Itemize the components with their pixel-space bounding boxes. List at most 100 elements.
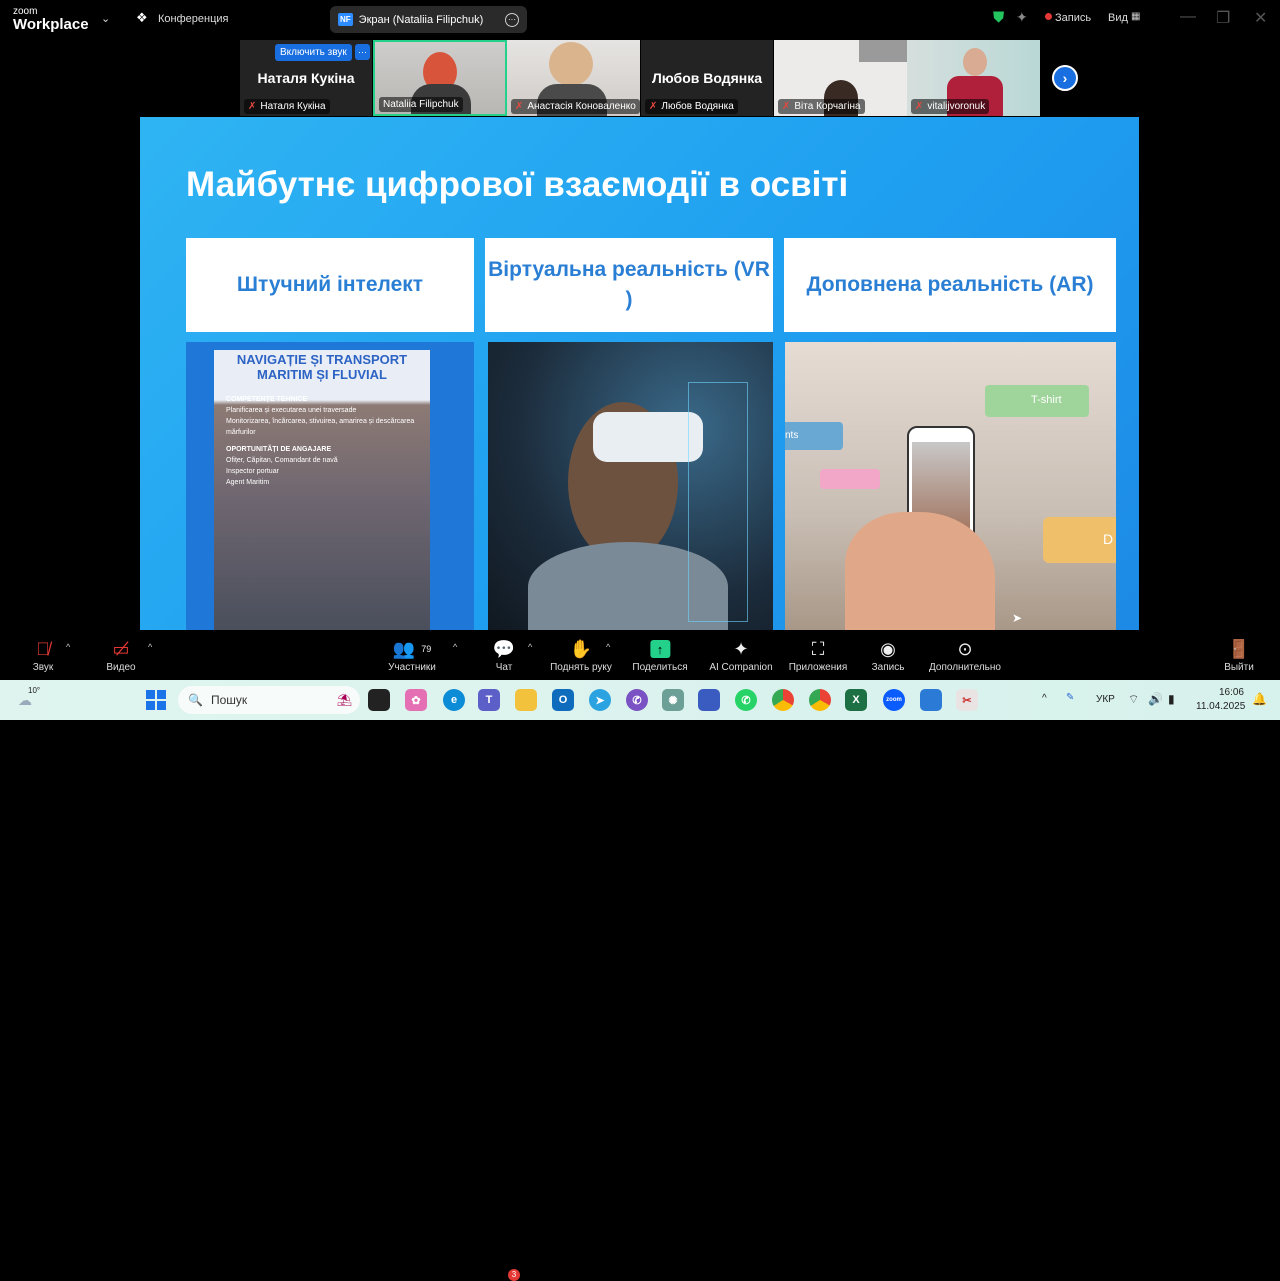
meeting-info-button[interactable]: Конференция [158,13,228,25]
mic-muted-icon: ✗ [515,101,524,112]
volume-icon[interactable]: 🔊 [1148,692,1163,706]
raise-hand-caret-icon[interactable]: ^ [606,642,610,652]
view-button[interactable]: Вид [1108,12,1128,24]
video-button[interactable]: ▭̸ Видео [106,636,136,674]
poster-body: COMPETENȚE TEHNICE Planificarea și execu… [214,384,430,488]
security-shield-icon[interactable]: ⛊ [993,9,1004,26]
name-tag: ✗ Наталя Кукіна [244,99,330,114]
more-label: Дополнительно [929,662,1001,673]
meeting-icon: ❖ [136,10,148,25]
ar-tag-pants: nts [785,422,843,450]
participant-tile[interactable]: ✗ Анастасія Коноваленко [507,40,640,116]
copilot-icon[interactable]: ✿ [405,689,427,711]
chat-caret-icon[interactable]: ^ [528,642,532,652]
unmute-request-button[interactable]: Включить звук [275,44,352,61]
edge-icon[interactable]: e [443,689,465,711]
clock-time: 16:06 [1218,687,1244,698]
teams-icon[interactable]: T [478,689,500,711]
viber-icon[interactable]: ✆ [626,689,648,711]
leave-button[interactable]: 🚪 Выйти [1224,636,1254,674]
zoom-logo: zoom Workplace [13,7,89,33]
pen-icon[interactable]: ✎ [1066,692,1074,703]
wifi-icon[interactable]: ⌔ [1128,692,1139,707]
windows-start-icon[interactable] [146,690,166,710]
chat-unread-badge: 3 [508,1269,520,1281]
ai-sparkle-icon[interactable]: ✦ [1016,9,1028,26]
ai-companion-button[interactable]: ✦ AI Companion [709,636,772,674]
raise-hand-button[interactable]: ✋ Поднять руку [550,636,612,674]
video-options-caret-icon[interactable]: ^ [148,642,152,652]
name-tag: Nataliia Filipchuk [379,97,463,112]
ar-image: T-shirt nts D [785,342,1116,630]
participant-tile[interactable]: Любов Водянка ✗ Любов Водянка [641,40,773,116]
participant-name: Любов Водянка [661,101,734,112]
vr-headset [593,412,703,462]
card-ai: Штучний інтелект [186,238,474,332]
slide-title: Майбутнє цифрової взаємодії в освіті [186,165,849,204]
participants-caret-icon[interactable]: ^ [453,642,457,652]
share-arrow-icon: ↑ [649,636,670,662]
name-tag: ✗ Анастасія Коноваленко [511,99,640,114]
chrome-icon[interactable] [772,689,794,711]
share-button[interactable]: ↑ Поделиться [632,636,688,673]
taskbar-search[interactable]: 🔍 Пошук ⛱ [178,686,360,714]
notifications-icon[interactable]: 🔔 [1252,692,1267,706]
chat-label: Чат [495,662,513,673]
file-explorer-icon[interactable] [515,689,537,711]
weather-temp[interactable]: 10° [28,686,40,695]
screen-share-pill[interactable]: NF Экран (Nataliia Filipchuk) ··· [330,6,527,33]
participant-video [549,42,593,86]
tray-overflow-icon[interactable]: ^ [1042,693,1047,704]
participants-count: 79 [421,644,432,654]
participant-tile[interactable]: ✗ vitalijvoronuk [907,40,1040,116]
video-label: Видео [106,662,136,673]
maximize-button[interactable]: ❐ [1216,8,1230,28]
participants-icon: 👥 79 [392,638,432,659]
poster-item: Ofițer, Căpitan, Comandant de navă [226,457,338,464]
more-button[interactable]: ⊙ Дополнительно [929,636,1001,674]
zoom-icon[interactable]: zoom [883,689,905,711]
chevron-down-icon[interactable]: ⌄ [101,12,110,25]
search-placeholder: Пошук [210,693,248,707]
name-tag: ✗ Віта Корчагіна [778,99,865,114]
apps-label: Приложения [788,662,848,673]
whatsapp-icon[interactable]: ✆ [735,689,757,711]
minimize-button[interactable]: — [1180,8,1196,26]
audio-button[interactable]: 🎙̸ Звук [33,636,54,674]
participant-tile[interactable]: ✗ Віта Корчагіна [774,40,907,116]
excel-icon[interactable]: X [845,689,867,711]
more-options-icon[interactable]: ··· [505,12,519,27]
participant-tile[interactable]: Включить звук ··· Наталя Кукіна ✗ Наталя … [240,40,372,116]
leave-door-icon: 🚪 [1227,638,1251,659]
snipping-tool-icon[interactable]: ✂ [956,689,978,711]
logo-big: Workplace [13,16,89,33]
language-indicator[interactable]: УКР [1096,694,1115,705]
task-view-icon[interactable] [368,689,390,711]
battery-icon[interactable]: ▮ [1168,692,1175,706]
close-button[interactable]: ✕ [1254,8,1267,28]
ar-tag-pink [820,469,880,489]
poster-item: Inspector portuar [226,468,279,475]
poster-item: Monitorizarea, încărcarea, stivuirea, am… [226,418,415,436]
hand [845,512,995,630]
chatgpt-icon[interactable]: ✺ [662,689,684,711]
participants-button[interactable]: 👥 79 Участники [388,636,436,674]
audio-options-caret-icon[interactable]: ^ [66,642,70,652]
chrome-profile-icon[interactable] [809,689,831,711]
next-page-chevron-icon[interactable]: › [1052,65,1078,91]
tile-more-button[interactable]: ··· [355,44,370,60]
telegram-icon[interactable]: ➤ [589,689,611,711]
participant-tile-active-speaker[interactable]: Nataliia Filipchuk [373,40,507,116]
apps-button[interactable]: ⛶ Приложения [788,636,848,674]
app-icon[interactable] [698,689,720,711]
name-tag: ✗ vitalijvoronuk [911,99,990,114]
vr-image [488,342,773,630]
photos-icon[interactable] [920,689,942,711]
chat-button[interactable]: 💬 Чат [493,636,515,674]
recording-indicator[interactable]: Запись [1055,12,1091,24]
record-button[interactable]: ◉ Запись [872,636,905,674]
recording-dot-icon [1045,13,1052,20]
poster: NAVIGAȚIE ȘI TRANSPORT MARITIM ȘI FLUVIA… [214,350,430,630]
clock[interactable]: 16:06 11.04.2025 [1196,686,1245,714]
outlook-icon[interactable]: O [552,689,574,711]
